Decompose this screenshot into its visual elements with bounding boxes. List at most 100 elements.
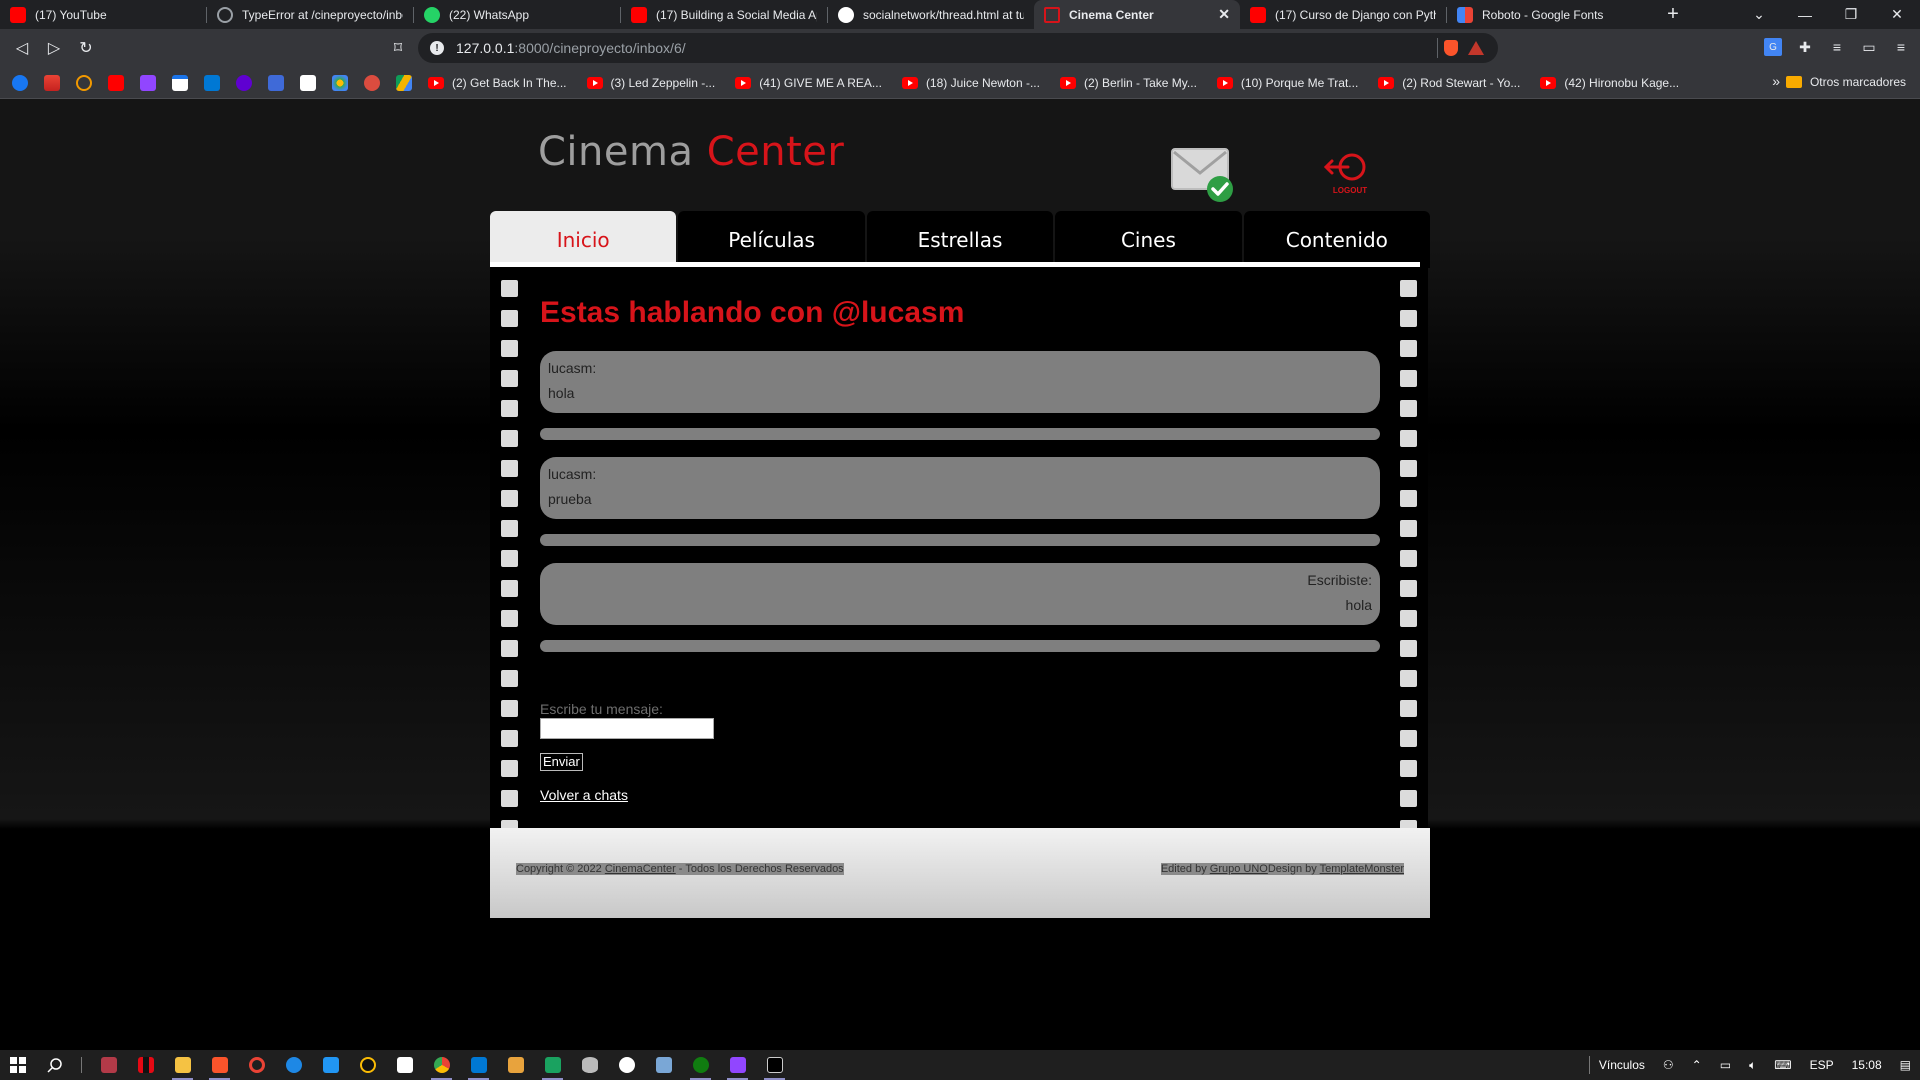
close-icon[interactable]: ✕	[1218, 6, 1230, 23]
jira-icon[interactable]	[300, 74, 316, 91]
nav-tab-inicio[interactable]: Inicio	[490, 211, 677, 268]
bookmark-link[interactable]: (10) Porque Me Trat...	[1216, 76, 1358, 90]
send-button[interactable]: Enviar	[540, 753, 583, 771]
extensions-icon[interactable]: ✚	[1796, 38, 1814, 56]
bookmark-link[interactable]: (2) Get Back In The...	[428, 76, 567, 90]
volume-icon[interactable]: 🔈︎	[1749, 1058, 1756, 1073]
film-perforation	[1400, 580, 1417, 597]
bookmark-link[interactable]: (18) Juice Newton -...	[901, 75, 1040, 90]
language-indicator[interactable]: ESP	[1810, 1058, 1834, 1072]
browser-tab[interactable]: (22) WhatsApp	[414, 0, 620, 29]
nav-tab-peliculas[interactable]: Películas	[678, 211, 865, 268]
drive-icon[interactable]	[396, 74, 412, 91]
brave-rewards-icon[interactable]	[1468, 41, 1484, 55]
reload-icon[interactable]: ↻	[70, 32, 102, 64]
bookmark-icon[interactable]: ⌑	[382, 32, 414, 64]
bookmark-link[interactable]: (2) Berlin - Take My...	[1059, 76, 1197, 90]
network-icon[interactable]: ▭	[1720, 1058, 1731, 1072]
close-window-icon[interactable]: ✕	[1874, 0, 1920, 29]
bookmark-link[interactable]: (42) Hironobu Kage...	[1540, 76, 1679, 90]
nav-tab-contenido[interactable]: Contenido	[1243, 211, 1431, 268]
inbox-mail-icon[interactable]	[1170, 147, 1234, 203]
bookmark-link[interactable]: (2) Rod Stewart - Yo...	[1378, 76, 1520, 90]
bookmarks-overflow-icon[interactable]: »	[1772, 73, 1780, 89]
clock[interactable]: 15:08	[1852, 1058, 1882, 1072]
restore-icon[interactable]: ❐	[1828, 0, 1874, 29]
address-bar[interactable]: ! 127.0.0.1:8000/cineproyecto/inbox/6/	[418, 33, 1498, 63]
browser-tab[interactable]: (17) Curso de Django con Pytho	[1240, 0, 1446, 29]
notifications-icon[interactable]: ▤	[1900, 1058, 1911, 1072]
vscode-icon[interactable]	[460, 1050, 497, 1080]
film-perforation	[1400, 700, 1417, 717]
bookmark-label: (18) Juice Newton -...	[925, 75, 1040, 90]
back-to-chats-link[interactable]: Volver a chats	[540, 787, 628, 803]
taskbar-app-icon[interactable]	[645, 1050, 682, 1080]
back-icon[interactable]: ◁	[6, 32, 38, 64]
taskbar-app-icon[interactable]	[238, 1050, 275, 1080]
templatemonster-link[interactable]: TemplateMonster	[1320, 863, 1404, 875]
twitch-icon[interactable]	[719, 1050, 756, 1080]
film-perforation	[1400, 790, 1417, 807]
brave-browser-icon[interactable]	[201, 1050, 238, 1080]
nav-tab-estrellas[interactable]: Estrellas	[866, 211, 1054, 268]
minimize-icon[interactable]: —	[1782, 0, 1828, 29]
bookmark-site-icon[interactable]	[332, 74, 348, 91]
other-bookmarks-folder[interactable]: Otros marcadores	[1785, 75, 1906, 89]
bookmark-label: (41) GIVE ME A REA...	[759, 75, 882, 90]
youtube-icon[interactable]	[108, 74, 124, 91]
facebook-icon[interactable]	[12, 74, 28, 91]
todoist-icon[interactable]	[364, 74, 380, 91]
browser-tab[interactable]: socialnetwork/thread.html at tu	[828, 0, 1034, 29]
gmail-icon[interactable]	[44, 74, 60, 91]
brave-shield-icon[interactable]	[1444, 40, 1458, 56]
bookmark-site-icon[interactable]	[76, 74, 92, 91]
xbox-icon[interactable]	[682, 1050, 719, 1080]
logout-icon[interactable]: LOGOUT	[1322, 151, 1378, 197]
links-toolbar-label[interactable]: Vínculos	[1599, 1058, 1645, 1072]
browser-tab[interactable]: TypeError at /cineproyecto/inbox	[207, 0, 413, 29]
browser-tab[interactable]: (17) YouTube	[0, 0, 206, 29]
people-icon[interactable]: ⚇	[1663, 1058, 1674, 1072]
wallet-icon[interactable]: ▭	[1860, 38, 1878, 56]
tab-search-icon[interactable]: ⌄	[1736, 0, 1782, 29]
calendar-icon[interactable]	[172, 74, 188, 91]
calendar-icon[interactable]	[312, 1050, 349, 1080]
forward-icon[interactable]: ▷	[38, 32, 70, 64]
taskbar-app-icon[interactable]	[534, 1050, 571, 1080]
netflix-icon[interactable]	[127, 1050, 164, 1080]
bookmark-site-icon[interactable]	[268, 74, 284, 91]
browser-tab[interactable]: (17) Building a Social Media App	[621, 0, 827, 29]
browser-tab[interactable]: Roboto - Google Fonts	[1447, 0, 1653, 29]
info-icon[interactable]: !	[430, 41, 444, 55]
yahoo-icon[interactable]	[236, 74, 252, 91]
message-input[interactable]	[540, 718, 714, 739]
taskbar-app-icon[interactable]	[90, 1050, 127, 1080]
windows-start-icon[interactable]	[0, 1050, 36, 1080]
menu-icon[interactable]: ≡	[1892, 38, 1910, 56]
url-path: :8000/cineproyecto/inbox/6/	[514, 40, 686, 56]
taskbar-app-icon[interactable]	[275, 1050, 312, 1080]
database-icon[interactable]	[571, 1050, 608, 1080]
taskbar-app-icon[interactable]	[497, 1050, 534, 1080]
search-icon[interactable]	[36, 1050, 73, 1080]
grupo-uno-link[interactable]: Grupo UNO	[1210, 863, 1268, 875]
tray-chevron-icon[interactable]: ⌃	[1692, 1058, 1702, 1072]
twitch-icon[interactable]	[140, 74, 156, 91]
taskbar-app-icon[interactable]	[608, 1050, 645, 1080]
outlook-icon[interactable]	[204, 74, 220, 91]
translate-icon[interactable]: G	[1764, 38, 1782, 56]
reading-list-icon[interactable]: ≡	[1828, 38, 1846, 56]
site-logo[interactable]: Cinema Center	[538, 129, 844, 175]
terminal-icon[interactable]	[756, 1050, 793, 1080]
bookmark-link[interactable]: (41) GIVE ME A REA...	[735, 76, 882, 90]
nav-tab-cines[interactable]: Cines	[1055, 211, 1242, 268]
file-explorer-icon[interactable]	[164, 1050, 201, 1080]
taskbar-app-icon[interactable]	[386, 1050, 423, 1080]
keyboard-icon[interactable]: ⌨	[1774, 1058, 1791, 1072]
browser-tab-active[interactable]: Cinema Center ✕	[1034, 0, 1240, 29]
chrome-icon[interactable]	[423, 1050, 460, 1080]
cinemacenter-link[interactable]: CinemaCenter	[605, 863, 676, 875]
new-tab-button[interactable]: +	[1653, 0, 1693, 29]
taskbar-app-icon[interactable]	[349, 1050, 386, 1080]
bookmark-link[interactable]: (3) Led Zeppelin -...	[586, 76, 715, 90]
